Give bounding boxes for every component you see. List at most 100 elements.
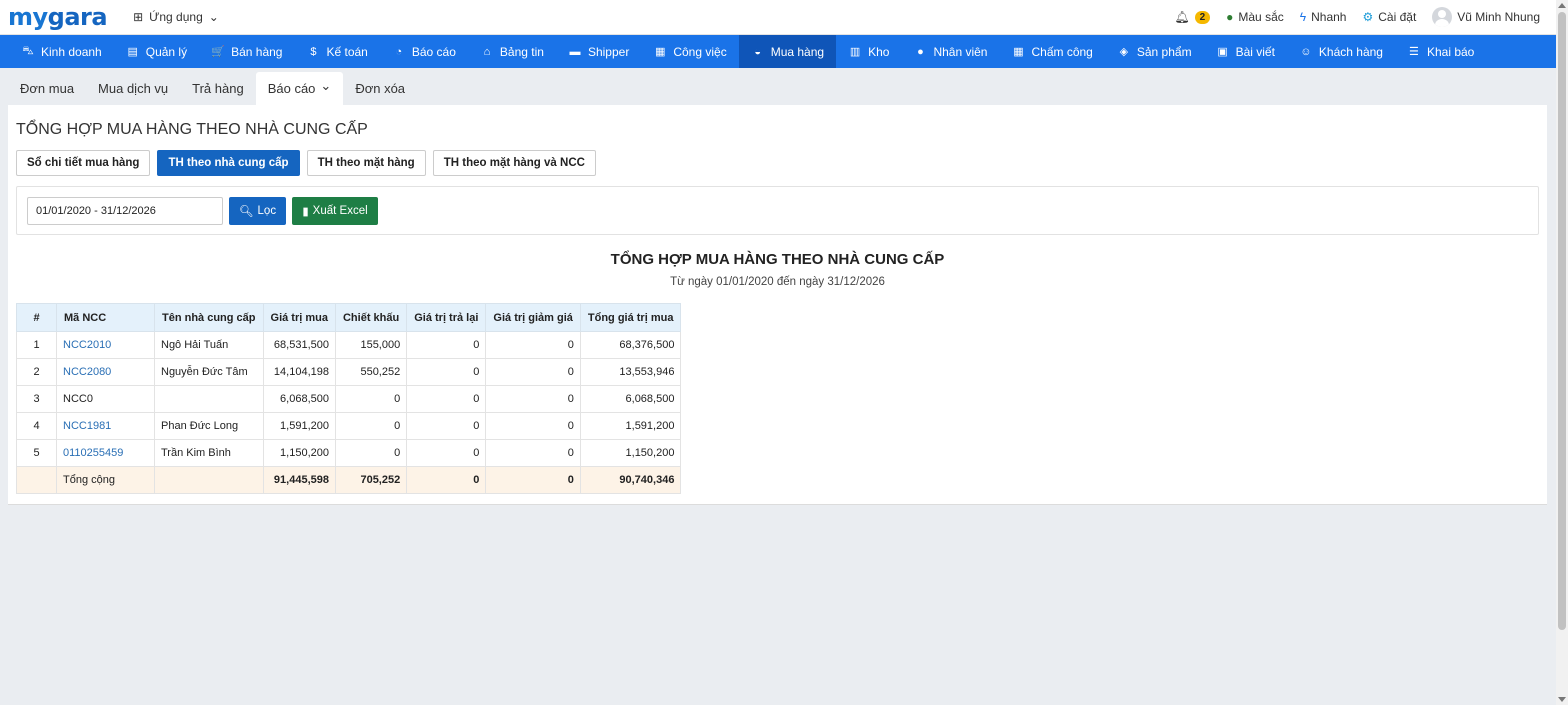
nav-item-label: Bài viết [1235,44,1275,59]
smile-icon: ☺ [1300,45,1312,58]
subnav-tab-label: Trả hàng [192,81,244,96]
report-subtitle: Từ ngày 01/01/2020 đến ngày 31/12/2026 [670,276,885,288]
table-cell: 0 [485,331,581,359]
logo[interactable]: mygara [8,5,108,29]
list-icon: ☰ [1409,46,1419,58]
supplier-code-link[interactable]: 0110255459 [56,439,155,467]
table-cell: 0 [334,439,408,467]
nav-item-8[interactable]: ◒ Mua hàng [738,35,837,68]
table-cell: 6,068,500 [579,385,682,413]
column-header: Giá trị trả lại [406,303,487,332]
table-cell: 550,252 [334,358,408,386]
vertical-scrollbar[interactable] [1556,0,1568,705]
subnav-tab-label: Đơn mua [20,81,75,96]
table-cell: 13,553,946 [579,358,682,386]
table-cell: 155,000 [334,331,408,359]
report-tab-1[interactable]: TH theo nhà cung cấp [157,150,300,176]
table-cell: Trần Kim Bình [154,439,264,467]
nav-item-1[interactable]: ▤ Quản lý [114,35,199,68]
settings-label: Cài đặt [1378,10,1417,24]
total-cell: 0 [406,466,487,494]
user-menu[interactable]: Vũ Minh Nhung [1432,7,1540,27]
scroll-down-arrow[interactable] [1558,697,1566,702]
supplier-code-link[interactable]: NCC2010 [56,331,155,359]
color-button[interactable]: ● Màu sắc [1226,10,1284,24]
nav-item-11[interactable]: ▦ Chấm công [999,35,1104,68]
table-row: 1 NCC2010 Ngô Hải Tuấn 68,531,500 155,000 0 0 6… [16,331,682,359]
subnav-tab-0[interactable]: Đơn mua [8,72,86,105]
export-excel-button[interactable]: ▮ Xuất Excel [292,197,378,225]
settings-button[interactable]: ⚙ Cài đặt [1362,10,1416,24]
nav-item-7[interactable]: ▦ Công việc [641,35,738,68]
truck-icon: ▬ [569,45,581,58]
subnav-tab-2[interactable]: Trả hàng [180,72,256,105]
apps-label: Ứng dụng [149,10,203,24]
nav-item-2[interactable]: 🛒 Bán hàng [199,35,294,68]
nav-item-3[interactable]: $ Kế toán [294,35,379,68]
table-cell: 1,150,200 [579,439,682,467]
nav-item-4[interactable]: ◔ Báo cáo [380,35,468,68]
nav-item-10[interactable]: ● Nhân viên [901,35,999,68]
article-icon: ▣ [1217,46,1228,58]
nav-item-label: Bảng tin [499,44,544,59]
subnav-tab-1[interactable]: Mua dịch vụ [86,72,180,105]
scroll-up-arrow[interactable] [1558,3,1566,8]
notification-badge: 2 [1194,10,1211,24]
date-range-input[interactable] [27,197,223,225]
total-row: Tổng cộng 91,445,598 705,252 0 0 90,740,346 [16,466,682,494]
filter-button[interactable]: 🔍︎ Lọc [229,197,286,225]
table-cell: 0 [334,412,408,440]
scrollbar-thumb[interactable] [1558,12,1566,630]
subnav-tab-3[interactable]: Báo cáo ⌄ [255,72,344,105]
table-cell: 1,591,200 [262,412,336,440]
home-icon: ⌂ [483,45,491,58]
total-cell: 0 [485,466,581,494]
column-header: Giá trị giảm giá [485,303,581,332]
table-cell [154,385,264,413]
nav-item-label: Báo cáo [411,44,456,59]
user-name: Vũ Minh Nhung [1457,10,1540,24]
main-nav: ⛍ Kinh doanh ▤ Quản lý 🛒 Bán hàng $ Kế toán ◔ Báo… [0,35,1556,68]
report-tab-2[interactable]: TH theo mặt hàng [306,150,426,176]
table-row: 3 NCC0 6,068,500 0 0 0 6,068,500 [16,385,682,413]
report-tab-3[interactable]: TH theo mặt hàng và NCC [432,150,596,176]
color-label: Màu sắc [1238,10,1284,24]
column-header: # [16,303,57,332]
column-header: Chiết khấu [334,303,408,332]
nav-item-0[interactable]: ⛍ Kinh doanh [9,35,114,68]
bag-icon: ⛍ [22,44,34,57]
nav-item-6[interactable]: ▬ Shipper [556,35,641,68]
palette-icon: ● [1226,10,1234,24]
apps-menu[interactable]: ⊞ Ứng dụng ⌄ [133,10,219,24]
column-header: Mã NCC [56,303,155,332]
total-label: Tổng cộng [56,466,155,494]
table-cell: Phan Đức Long [154,412,264,440]
report-tab-0[interactable]: Sổ chi tiết mua hàng [16,150,151,176]
table-cell: 0 [485,385,581,413]
subnav-tab-4[interactable]: Đơn xóa [343,72,417,105]
pie-chart-icon: ◔ [395,45,403,58]
nav-item-5[interactable]: ⌂ Bảng tin [468,35,556,68]
table-cell: 0 [485,439,581,467]
table-cell: 0 [406,331,487,359]
supplier-code-link[interactable]: NCC1981 [56,412,155,440]
chevron-down-icon: ⌄ [320,78,332,93]
nav-item-13[interactable]: ▣ Bài viết [1204,35,1287,68]
nav-item-15[interactable]: ☰ Khai báo [1395,35,1486,68]
calendar-icon: ▦ [655,46,666,58]
table-cell: 4 [16,412,57,440]
supplier-code-link[interactable]: NCC2080 [56,358,155,386]
avatar [1432,7,1453,27]
nav-item-label: Chấm công [1031,44,1093,59]
table-cell: Ngô Hải Tuấn [154,331,264,359]
dollar-icon: $ [310,45,317,58]
quick-button[interactable]: ϟ Nhanh [1300,10,1347,24]
notifications-button[interactable]: 🔔︎ 2 [1174,10,1211,24]
table-cell: 0 [485,358,581,386]
subnav-tab-label: Báo cáo [267,81,316,96]
nav-item-14[interactable]: ☺ Khách hàng [1287,35,1395,68]
nav-item-12[interactable]: ◈ Sản phẩm [1105,35,1204,68]
export-button-label: Xuất Excel [312,205,368,217]
table-row: 5 0110255459 Trần Kim Bình 1,150,200 0 0 0 1,15… [16,439,682,467]
nav-item-9[interactable]: ▥ Kho [836,35,901,68]
